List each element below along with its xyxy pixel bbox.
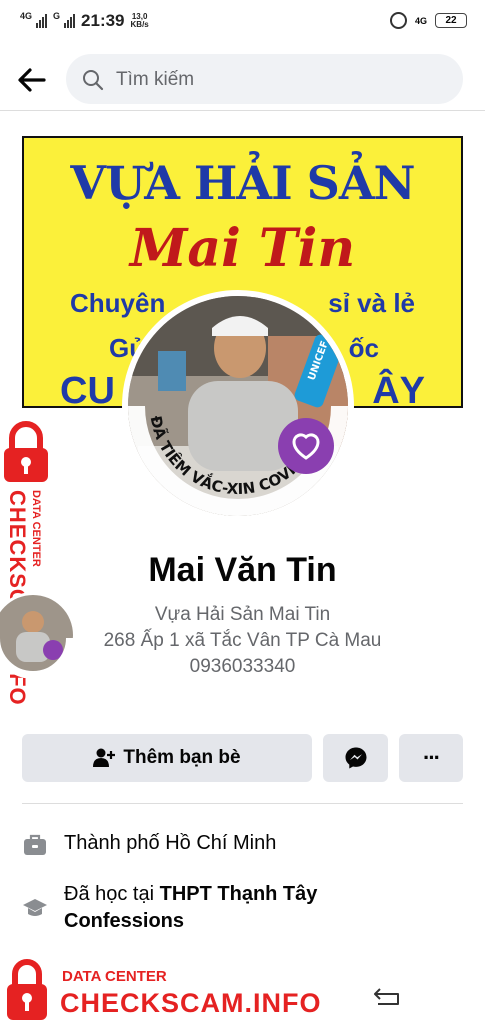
cover-line-2: Mai Tin bbox=[129, 218, 356, 279]
battery-level: 22 bbox=[445, 15, 457, 26]
cover-line-3-left: Chuyên bbox=[70, 288, 166, 318]
profile-picture[interactable]: ĐÃ TIÊM VẮC-XIN COVID-19 UNICEF bbox=[122, 290, 354, 522]
study-school-line1[interactable]: THPT Thạnh Tây bbox=[160, 883, 318, 905]
clock: 21:39 bbox=[81, 11, 125, 30]
avatar-photo: ĐÃ TIÊM VẮC-XIN COVID-19 UNICEF bbox=[128, 296, 348, 516]
info-work: Thành phố Hồ Chí Minh bbox=[22, 830, 463, 858]
study-prefix: Đã học tại bbox=[64, 883, 160, 905]
avatar: ĐÃ TIÊM VẮC-XIN COVID-19 UNICEF bbox=[128, 296, 348, 516]
signal-label-2: G bbox=[53, 11, 61, 21]
battery-icon: 22 bbox=[435, 13, 467, 28]
message-button[interactable] bbox=[323, 734, 388, 782]
top-bar bbox=[0, 52, 485, 111]
bio-line-3: 0936033340 bbox=[189, 656, 296, 677]
watermark-bottom: DATA CENTER CHECKSCAM.INFO bbox=[0, 958, 485, 1024]
study-text: Đã học tại THPT Thạnh Tây Confessions bbox=[64, 881, 317, 935]
study-school-line2[interactable]: Confessions bbox=[64, 910, 184, 932]
network-type: 4G bbox=[414, 15, 427, 26]
signal-label-1: 4G bbox=[20, 11, 33, 21]
cover-line-1: VỰA HẢI SẢN bbox=[70, 156, 415, 210]
net-speed: 13,0 KB/s bbox=[131, 13, 149, 29]
action-buttons: Thêm bạn bè ··· bbox=[22, 734, 463, 782]
back-nav-icon[interactable] bbox=[372, 985, 404, 1007]
signal-icon bbox=[36, 14, 48, 28]
graduation-cap-icon bbox=[23, 899, 47, 916]
signal-icon-2 bbox=[64, 14, 76, 28]
search-input[interactable] bbox=[114, 54, 448, 106]
watermark-brand: CHECKSCAM.INFO bbox=[60, 988, 322, 1018]
alarm-icon bbox=[389, 12, 407, 29]
add-friend-button[interactable]: Thêm bạn bè bbox=[22, 734, 312, 782]
cover-line-5-right: ÂY bbox=[372, 370, 425, 408]
divider bbox=[22, 803, 463, 804]
search-icon bbox=[83, 70, 104, 91]
back-arrow-icon[interactable] bbox=[14, 62, 50, 98]
bio-line-1: Vựa Hải Sản Mai Tin bbox=[154, 604, 331, 625]
more-icon: ··· bbox=[423, 745, 441, 770]
work-text: Thành phố Hồ Chí Minh bbox=[64, 832, 277, 854]
watermark-small: DATA CENTER bbox=[62, 968, 167, 985]
status-bar: 4G G 21:39 13,0 KB/s 4G 22 bbox=[0, 0, 485, 40]
bio-line-2: 268 Ấp 1 xã Tắc Vân TP Cà Mau bbox=[103, 630, 382, 651]
add-person-icon bbox=[93, 748, 116, 767]
add-friend-label: Thêm bạn bè bbox=[123, 747, 241, 768]
cover-line-5-left: CU bbox=[60, 370, 115, 408]
cover-line-4-right: ốc bbox=[348, 333, 379, 363]
more-button[interactable]: ··· bbox=[399, 734, 463, 782]
briefcase-icon bbox=[24, 834, 46, 855]
cover-line-3-right: sỉ và lẻ bbox=[328, 288, 415, 318]
net-speed-unit: KB/s bbox=[130, 20, 149, 29]
search-bar[interactable] bbox=[66, 54, 463, 106]
lock-icon-bottom bbox=[7, 959, 47, 1020]
info-study: Đã học tại THPT Thạnh Tây Confessions bbox=[22, 881, 463, 935]
messenger-icon bbox=[345, 747, 366, 769]
profile-name: Mai Văn Tin bbox=[148, 551, 337, 589]
